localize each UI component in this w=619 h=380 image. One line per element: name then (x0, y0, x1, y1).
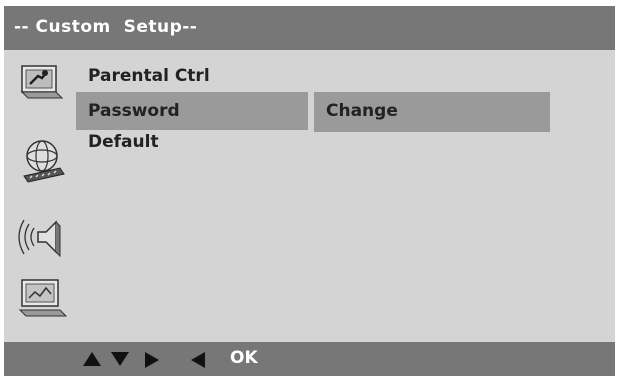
down-arrow-icon (111, 352, 129, 366)
general-setup-icon[interactable] (16, 60, 76, 114)
right-arrow-icon (145, 352, 159, 368)
title-bar: -- Custom Setup-- (4, 6, 615, 50)
osd-screen: -- Custom Setup-- Parental Ctrl Password… (0, 0, 619, 380)
menu-item-parental-ctrl[interactable]: Parental Ctrl (76, 56, 308, 94)
menu-item-label: Default (88, 132, 159, 152)
preferences-setup-icon[interactable] (16, 274, 76, 328)
menu-item-label: Password (88, 101, 180, 121)
ok-hint-label: OK (230, 348, 258, 368)
menu-item-default[interactable]: Default (76, 122, 308, 160)
audio-setup-icon[interactable] (16, 210, 76, 264)
video-setup-icon[interactable] (16, 134, 76, 188)
submenu-option-change[interactable]: Change (314, 92, 550, 132)
up-arrow-icon (83, 352, 101, 366)
setup-panel: -- Custom Setup-- Parental Ctrl Password… (4, 6, 615, 376)
submenu-option-label: Change (326, 101, 398, 121)
left-arrow-icon (191, 352, 205, 368)
page-title: -- Custom Setup-- (14, 17, 198, 37)
footer-bar: OK (4, 342, 615, 376)
menu-item-label: Parental Ctrl (88, 66, 210, 86)
